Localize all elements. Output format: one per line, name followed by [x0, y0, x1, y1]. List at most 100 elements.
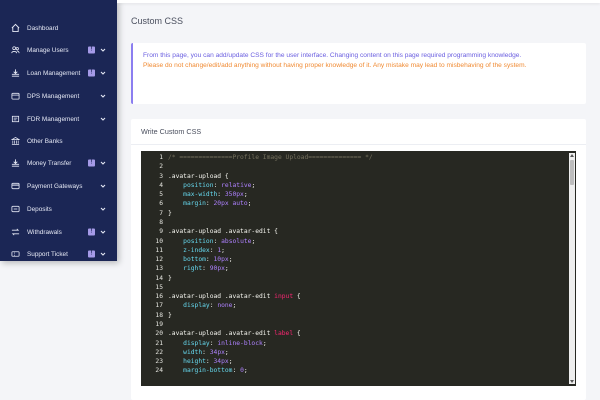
scroll-up-arrow-icon[interactable] — [569, 153, 575, 158]
line-number: 24 — [155, 367, 163, 375]
sidebar-item-label: Payment Gateways — [27, 182, 83, 190]
line-number: 19 — [155, 321, 163, 329]
alert-badge: ! — [88, 159, 95, 167]
sidebar-item-support-ticket[interactable]: Support Ticket! — [0, 243, 117, 265]
page-title: Custom CSS — [131, 16, 184, 26]
home-icon — [11, 23, 20, 33]
scroll-thumb[interactable] — [570, 160, 574, 185]
alert-badge: ! — [88, 250, 95, 258]
loan-icon — [11, 69, 20, 78]
top-bar — [117, 0, 600, 3]
code-line[interactable]: bottom: 10px; — [168, 256, 232, 263]
line-number: 1 — [159, 154, 163, 161]
line-number: 21 — [155, 339, 163, 347]
users-icon — [11, 46, 20, 55]
chevron-down-icon[interactable] — [100, 206, 106, 212]
line-number: 17 — [155, 302, 163, 310]
code-line[interactable]: } — [168, 210, 172, 217]
info-alert: From this page, you can add/update CSS f… — [131, 43, 586, 104]
line-number: 14 — [155, 274, 163, 282]
line-number: 15 — [155, 283, 163, 291]
code-line[interactable]: } — [168, 275, 172, 282]
chevron-down-icon[interactable] — [100, 93, 106, 99]
sidebar-item-withdrawals[interactable]: Withdrawals! — [0, 221, 117, 243]
sidebar-item-loan-management[interactable]: Loan Management! — [0, 62, 117, 84]
line-number: 22 — [155, 348, 163, 356]
chevron-down-icon[interactable] — [100, 47, 106, 53]
code-line[interactable]: margin-bottom: 0; — [168, 367, 247, 374]
alert-badge: ! — [88, 69, 95, 77]
code-line[interactable]: } — [168, 312, 172, 319]
line-number: 18 — [155, 311, 163, 319]
sidebar-item-other-banks[interactable]: Other Banks — [0, 130, 117, 152]
ticket-icon — [11, 250, 20, 259]
scroll-down-arrow-icon[interactable] — [569, 379, 575, 384]
line-number: 10 — [155, 237, 163, 245]
bank-icon — [11, 136, 20, 146]
code-line[interactable]: width: 34px; — [168, 349, 229, 356]
card-divider — [131, 144, 586, 145]
alert-badge: ! — [88, 228, 95, 236]
code-line[interactable]: .avatar-upload .avatar-edit input { — [168, 293, 301, 300]
code-line[interactable]: position: relative; — [168, 182, 255, 189]
code-line[interactable]: right: 90px; — [168, 265, 229, 272]
line-number: 9 — [159, 228, 163, 236]
code-line[interactable]: position: absolute; — [168, 238, 255, 245]
chevron-down-icon[interactable] — [100, 70, 106, 76]
line-number: 5 — [159, 191, 163, 199]
sidebar: Dashboard Manage Users! Loan Management! DP… — [0, 0, 117, 261]
sidebar-item-money-transfer[interactable]: Money Transfer! — [0, 152, 117, 174]
line-number: 6 — [159, 200, 163, 208]
alert-badge: ! — [88, 46, 95, 54]
editor-scrollbar[interactable] — [569, 153, 575, 384]
sidebar-item-label: Withdrawals — [27, 228, 62, 236]
chevron-down-icon[interactable] — [100, 160, 106, 166]
code-line[interactable]: margin: 20px auto; — [168, 200, 251, 207]
card-title: Write Custom CSS — [141, 127, 202, 136]
sidebar-item-manage-users[interactable]: Manage Users! — [0, 39, 117, 61]
sidebar-item-label: FDR Management — [27, 115, 80, 123]
code-line[interactable]: max-width: 350px; — [168, 191, 247, 198]
sidebar-item-dashboard[interactable]: Dashboard — [0, 17, 117, 39]
sidebar-item-label: Other Banks — [27, 137, 63, 145]
line-number: 23 — [155, 358, 163, 366]
chevron-down-icon[interactable] — [100, 116, 106, 122]
wallet-icon — [11, 92, 20, 101]
withdraw-icon — [11, 228, 20, 237]
line-number: 20 — [155, 330, 163, 338]
code-line[interactable]: height: 34px; — [168, 358, 232, 365]
line-number: 12 — [155, 256, 163, 264]
sidebar-item-label: Deposits — [27, 205, 52, 213]
chevron-down-icon[interactable] — [100, 183, 106, 189]
transfer-icon — [11, 159, 20, 168]
code-line[interactable]: .avatar-upload { — [168, 173, 229, 180]
sidebar-item-fdr-management[interactable]: FDR Management — [0, 108, 117, 130]
code-line[interactable]: display: inline-block; — [168, 340, 266, 347]
line-number-gutter: 1 2 3 4 5 6 7 8 9 10 11 12 13 14 15 16 17 18 19 20 21 22 23 24 — [141, 151, 165, 386]
card-icon — [11, 182, 20, 191]
sidebar-item-dps-management[interactable]: DPS Management — [0, 85, 117, 107]
line-number: 7 — [159, 209, 163, 217]
alert-warning-text: Please do not change/edit/add anything w… — [143, 62, 527, 70]
document-icon — [11, 115, 20, 124]
alert-info-text: From this page, you can add/update CSS f… — [143, 52, 522, 59]
sidebar-item-label: Manage Users — [27, 46, 69, 54]
line-number: 2 — [159, 163, 163, 171]
code-line[interactable]: .avatar-upload .avatar-edit { — [168, 228, 278, 235]
sidebar-item-payment-gateways[interactable]: Payment Gateways — [0, 175, 117, 197]
sidebar-item-label: Support Ticket — [27, 250, 68, 258]
code-line[interactable]: display: none; — [168, 302, 236, 309]
code-line[interactable]: z-index: 1; — [168, 247, 225, 254]
sidebar-item-label: DPS Management — [27, 92, 80, 100]
sidebar-item-deposits[interactable]: Deposits — [0, 198, 117, 220]
deposit-icon — [11, 205, 20, 214]
code-line[interactable]: .avatar-upload .avatar-edit label { — [168, 330, 301, 337]
sidebar-item-label: Dashboard — [27, 24, 59, 32]
sidebar-item-label: Money Transfer — [27, 159, 72, 167]
sidebar-item-label: Loan Management — [27, 69, 81, 77]
chevron-down-icon[interactable] — [100, 229, 106, 235]
line-number: 11 — [155, 246, 163, 254]
css-code-editor[interactable]: 1 2 3 4 5 6 7 8 9 10 11 12 13 14 15 16 17 18 19 20 21 22 23 24 … — [141, 151, 576, 386]
chevron-down-icon[interactable] — [100, 251, 106, 257]
code-line[interactable]: /* ==============Profile Image Upload===… — [168, 154, 373, 161]
